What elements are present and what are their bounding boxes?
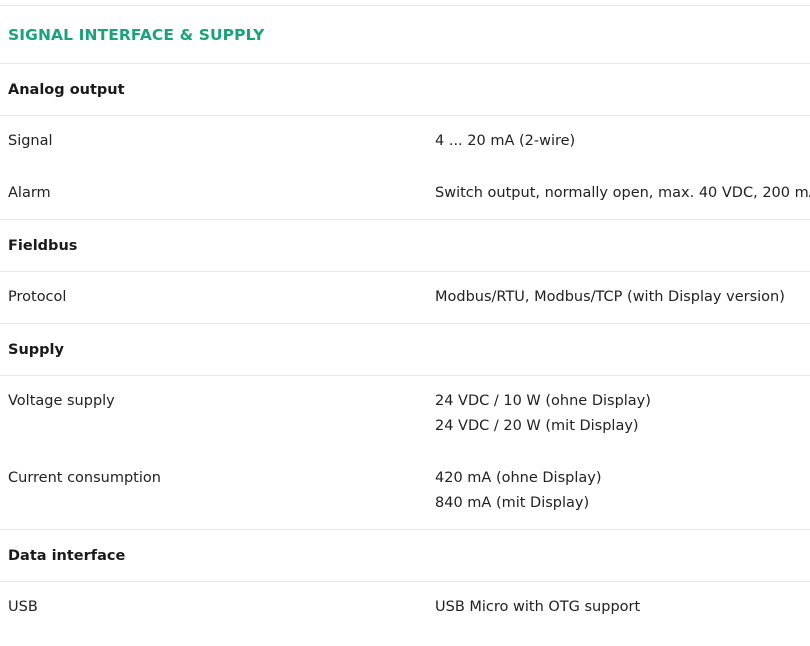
- group-title: Supply: [8, 341, 64, 358]
- spec-row-current-consumption: Current consumption 420 mA (ohne Display…: [0, 453, 810, 530]
- spec-value: 24 VDC / 10 W (ohne Display) 24 VDC / 20…: [435, 389, 810, 439]
- spec-value-line: 4 ... 20 mA (2-wire): [435, 133, 576, 149]
- spec-label: Current consumption: [8, 470, 161, 486]
- spec-value: 4 ... 20 mA (2-wire): [435, 129, 810, 154]
- section-header: SIGNAL INTERFACE & SUPPLY: [0, 6, 810, 64]
- spec-label: Voltage supply: [8, 393, 115, 409]
- spec-value: Modbus/RTU, Modbus/TCP (with Display ver…: [435, 285, 810, 310]
- spec-label: Alarm: [8, 185, 51, 201]
- group-header-fieldbus: Fieldbus: [0, 220, 810, 272]
- group-title: Fieldbus: [8, 237, 78, 254]
- spec-table: SIGNAL INTERFACE & SUPPLY Analog output …: [0, 5, 810, 634]
- group-title: Data interface: [8, 547, 126, 564]
- spec-label: Signal: [8, 133, 53, 149]
- spec-row-protocol: Protocol Modbus/RTU, Modbus/TCP (with Di…: [0, 272, 810, 324]
- spec-value-line: Modbus/RTU, Modbus/TCP (with Display ver…: [435, 289, 785, 305]
- spec-value-line: 840 mA (mit Display): [435, 495, 590, 511]
- section-title: SIGNAL INTERFACE & SUPPLY: [8, 25, 265, 44]
- spec-value-line: USB Micro with OTG support: [435, 599, 641, 615]
- spec-row-usb: USB USB Micro with OTG support: [0, 582, 810, 634]
- spec-value-line: 24 VDC / 20 W (mit Display): [435, 418, 639, 434]
- group-title: Analog output: [8, 81, 125, 98]
- group-header-data-interface: Data interface: [0, 530, 810, 582]
- spec-value-line: 420 mA (ohne Display): [435, 470, 602, 486]
- group-header-supply: Supply: [0, 324, 810, 376]
- spec-value: Switch output, normally open, max. 40 VD…: [435, 181, 810, 206]
- spec-value: USB Micro with OTG support: [435, 595, 810, 620]
- spec-value: 420 mA (ohne Display) 840 mA (mit Displa…: [435, 466, 810, 516]
- spec-row-alarm: Alarm Switch output, normally open, max.…: [0, 168, 810, 220]
- group-header-analog-output: Analog output: [0, 64, 810, 116]
- spec-label: USB: [8, 599, 38, 615]
- spec-value-line: Switch output, normally open, max. 40 VD…: [435, 185, 810, 201]
- spec-row-voltage-supply: Voltage supply 24 VDC / 10 W (ohne Displ…: [0, 376, 810, 453]
- spec-row-signal: Signal 4 ... 20 mA (2-wire): [0, 116, 810, 168]
- spec-label: Protocol: [8, 289, 67, 305]
- spec-value-line: 24 VDC / 10 W (ohne Display): [435, 393, 651, 409]
